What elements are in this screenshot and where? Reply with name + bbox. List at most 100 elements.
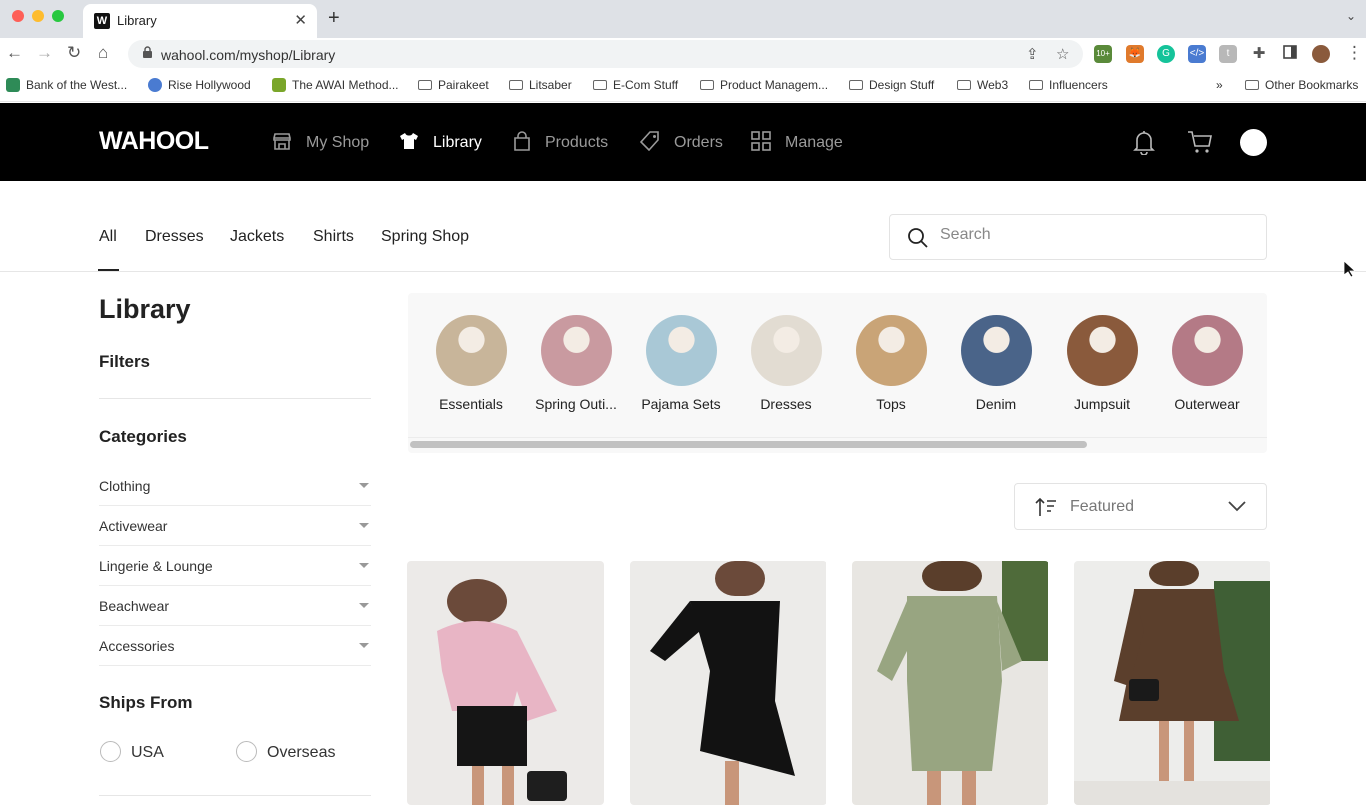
product-card-striped-dress[interactable] <box>1074 561 1271 805</box>
category-activewear[interactable]: Activewear <box>99 506 371 546</box>
home-icon[interactable]: ⌂ <box>98 43 108 63</box>
collection-jumpsuit[interactable]: Jumpsuit <box>1052 315 1152 412</box>
category-clothing[interactable]: Clothing <box>99 466 371 506</box>
collection-outerwear[interactable]: Outerwear <box>1157 315 1257 412</box>
new-tab-button[interactable]: + <box>328 7 340 30</box>
caret-down-icon <box>359 563 369 568</box>
collection-tops[interactable]: Tops <box>841 315 941 412</box>
category-lingerie-lounge[interactable]: Lingerie & Lounge <box>99 546 371 586</box>
category-tabs: All Dresses Jackets Shirts Spring Shop <box>0 181 1366 272</box>
bank-favicon-icon <box>6 78 20 92</box>
cart-icon[interactable] <box>1187 129 1213 155</box>
caret-down-icon <box>359 643 369 648</box>
bookmark-folder[interactable]: Web3 <box>957 78 1008 92</box>
tab-jackets[interactable]: Jackets <box>230 228 284 246</box>
browser-tab[interactable]: W Library ✕ <box>83 4 317 38</box>
nav-orders[interactable]: Orders <box>639 131 723 152</box>
nav-my-shop[interactable]: My Shop <box>272 131 369 152</box>
bookmark-item[interactable]: The AWAI Method... <box>272 78 399 92</box>
page-title: Library <box>99 294 191 324</box>
ships-from-heading: Ships From <box>99 693 193 712</box>
tab-all[interactable]: All <box>99 228 117 246</box>
ships-from-overseas-radio[interactable]: Overseas <box>236 741 335 762</box>
back-arrow-icon[interactable]: ← <box>6 43 23 63</box>
profile-avatar-icon[interactable] <box>1312 45 1330 63</box>
reload-icon[interactable]: ↻ <box>67 43 81 63</box>
zoom-window-button[interactable] <box>52 10 64 22</box>
nav-products[interactable]: Products <box>513 131 608 152</box>
collection-thumbnail <box>750 315 822 386</box>
browser-menu-icon[interactable]: ⋮ <box>1346 43 1363 63</box>
side-panel-icon[interactable] <box>1281 45 1299 63</box>
collection-denim[interactable]: Denim <box>946 315 1046 412</box>
bookmark-label: Product Managem... <box>720 78 829 92</box>
tab-dresses[interactable]: Dresses <box>145 228 204 246</box>
bookmarks-bar: Bank of the West... Rise Hollywood The A… <box>0 70 1366 102</box>
caret-down-icon <box>359 483 369 488</box>
sort-dropdown[interactable]: Featured <box>1014 483 1267 530</box>
tab-shirts[interactable]: Shirts <box>313 228 354 246</box>
browser-tabstrip: W Library ✕ + ⌄ <box>0 0 1366 38</box>
caret-down-icon <box>359 523 369 528</box>
collection-spring-outfits[interactable]: Spring Outi... <box>526 315 626 412</box>
ships-from-usa-radio[interactable]: USA <box>100 741 164 762</box>
collection-pajama-sets[interactable]: Pajama Sets <box>631 315 731 412</box>
tab-search-chevron-icon[interactable]: ⌄ <box>1346 9 1356 23</box>
tab-spring-shop[interactable]: Spring Shop <box>381 228 469 246</box>
caret-down-icon <box>359 603 369 608</box>
radio-label: USA <box>131 744 164 761</box>
bookmark-folder[interactable]: Design Stuff <box>849 78 934 92</box>
other-bookmarks-folder[interactable]: Other Bookmarks <box>1245 78 1358 92</box>
category-accessories[interactable]: Accessories <box>99 626 371 666</box>
category-beachwear[interactable]: Beachwear <box>99 586 371 626</box>
code-extension-icon[interactable]: </> <box>1188 45 1206 63</box>
radio-circle[interactable] <box>236 741 257 762</box>
forward-arrow-icon[interactable]: → <box>36 43 53 63</box>
awai-favicon-icon <box>272 78 286 92</box>
bell-icon[interactable] <box>1133 129 1155 155</box>
close-window-button[interactable] <box>12 10 24 22</box>
collection-thumbnail <box>645 315 717 386</box>
extension-icon[interactable]: t <box>1219 45 1237 63</box>
grammarly-extension-icon[interactable]: G <box>1157 45 1175 63</box>
collection-dresses[interactable]: Dresses <box>736 315 836 412</box>
product-card-pink-blouse[interactable] <box>407 561 604 805</box>
bookmark-folder[interactable]: Product Managem... <box>700 78 828 92</box>
metamask-extension-icon[interactable]: 🦊 <box>1126 45 1144 63</box>
categories-heading: Categories <box>99 427 187 446</box>
bookmarks-overflow-button[interactable]: » <box>1216 78 1223 92</box>
search-box[interactable] <box>889 214 1267 260</box>
bookmark-item[interactable]: Rise Hollywood <box>148 78 251 92</box>
bookmark-star-icon[interactable]: ☆ <box>1056 45 1069 63</box>
carousel-scrollbar[interactable] <box>410 441 1087 448</box>
minimize-window-button[interactable] <box>32 10 44 22</box>
search-input[interactable] <box>940 226 1240 244</box>
close-tab-icon[interactable]: ✕ <box>294 11 307 29</box>
folder-icon <box>1245 80 1259 90</box>
address-bar[interactable]: wahool.com/myshop/Library ⇪ ☆ <box>128 40 1083 68</box>
user-avatar[interactable] <box>1240 129 1267 156</box>
bookmark-folder[interactable]: Influencers <box>1029 78 1108 92</box>
product-card-sage-dress[interactable] <box>852 561 1049 805</box>
collection-label: Tops <box>876 396 906 412</box>
radio-circle[interactable] <box>100 741 121 762</box>
collection-label: Outerwear <box>1174 396 1240 412</box>
nav-manage[interactable]: Manage <box>751 131 843 152</box>
bookmark-label: Design Stuff <box>869 78 935 92</box>
puzzle-extensions-icon[interactable]: ✚ <box>1250 45 1268 63</box>
product-card-black-dress[interactable] <box>630 561 827 805</box>
wahool-logo[interactable]: WAHOOL <box>99 127 209 156</box>
bookmark-item[interactable]: Bank of the West... <box>6 78 127 92</box>
bookmark-label: Other Bookmarks <box>1265 78 1359 92</box>
bookmark-label: Web3 <box>977 78 1009 92</box>
bookmark-folder[interactable]: Pairakeet <box>418 78 489 92</box>
tab-title: Library <box>117 13 157 28</box>
nav-library[interactable]: Library <box>399 131 482 152</box>
collection-essentials[interactable]: Essentials <box>421 315 521 412</box>
product-image <box>1074 561 1270 805</box>
category-label: Activewear <box>99 518 168 534</box>
extension-badge-icon[interactable]: 10+ <box>1094 45 1112 63</box>
bookmark-folder[interactable]: Litsaber <box>509 78 572 92</box>
bookmark-folder[interactable]: E-Com Stuff <box>593 78 678 92</box>
share-icon[interactable]: ⇪ <box>1026 45 1039 63</box>
